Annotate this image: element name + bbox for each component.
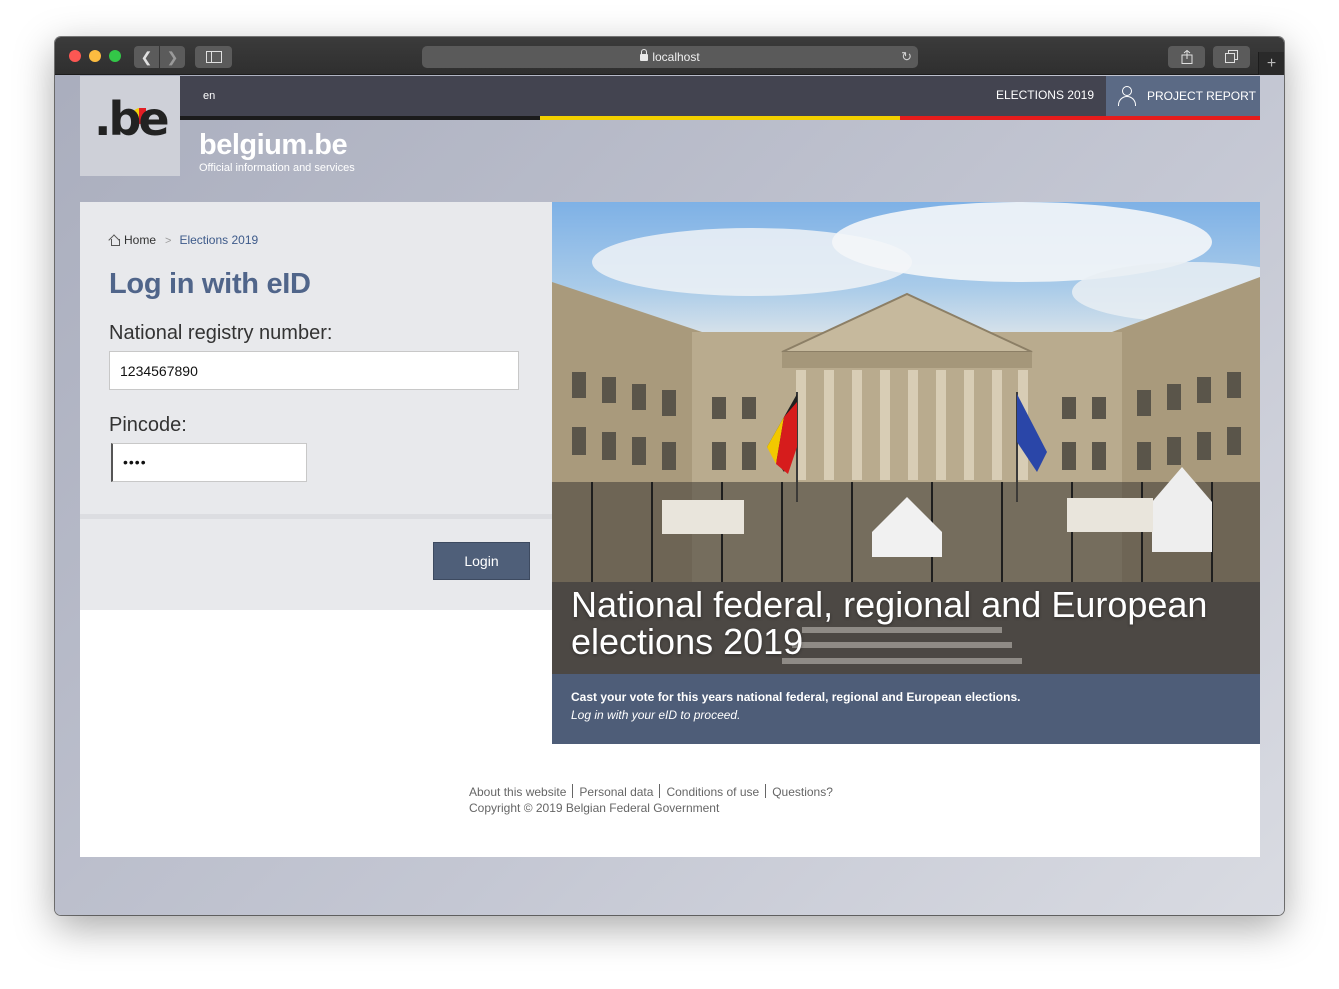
national-registry-input[interactable]: [109, 351, 519, 390]
browser-window: ❮ ❯ localhost ↻ + .be en ELECTIONS 2019 …: [55, 37, 1284, 915]
pincode-input[interactable]: ••••: [111, 443, 307, 482]
logo-text: .be: [94, 92, 170, 146]
url-text: localhost: [652, 50, 700, 64]
project-report-label: PROJECT REPORT: [1147, 89, 1256, 103]
breadcrumb-current[interactable]: Elections 2019: [179, 233, 258, 247]
address-bar[interactable]: localhost ↻: [422, 46, 918, 68]
brand-name[interactable]: belgium.be: [199, 129, 348, 162]
pincode-label: Pincode:: [109, 414, 187, 436]
footer-divider: [572, 784, 574, 798]
footer-link-about[interactable]: About this website: [469, 785, 566, 799]
breadcrumb-separator: >: [165, 235, 172, 247]
zoom-window-button[interactable]: [109, 50, 121, 62]
breadcrumb: Home > Elections 2019: [109, 233, 258, 247]
share-icon: [1181, 49, 1192, 64]
footer-link-conditions[interactable]: Conditions of use: [666, 785, 759, 799]
brand-tagline: Official information and services: [199, 162, 355, 174]
home-icon: [109, 235, 120, 246]
flag-stripe: [180, 116, 1260, 120]
top-navigation: en ELECTIONS 2019 PROJECT REPORT: [180, 76, 1260, 116]
copyright-text: Copyright © 2019 Belgian Federal Governm…: [469, 801, 720, 815]
tabs-icon: [1225, 50, 1238, 63]
caption-main-text: Cast your vote for this years national f…: [571, 690, 1021, 704]
chevron-right-icon: ❯: [166, 49, 179, 65]
user-icon: [1118, 86, 1136, 106]
footer-link-personal-data[interactable]: Personal data: [579, 785, 653, 799]
plus-icon: +: [1266, 55, 1277, 72]
page-title: Log in with eID: [109, 268, 311, 300]
nav-elections-link[interactable]: ELECTIONS 2019: [996, 88, 1094, 102]
login-panel: Home > Elections 2019 Log in with eID Nati…: [80, 202, 552, 515]
footer-divider: [659, 784, 661, 798]
hero-title: National federal, regional and European …: [571, 584, 1208, 662]
footer-links: About this website Personal data Condition…: [469, 784, 833, 799]
hero-image: National federal, regional and European …: [552, 202, 1260, 674]
language-selector[interactable]: en: [203, 90, 215, 102]
reload-icon[interactable]: ↻: [901, 46, 912, 68]
caption-sub-text: Log in with your eID to proceed.: [571, 708, 741, 722]
belgium-logo[interactable]: .be: [80, 76, 180, 176]
flag-yellow-band: [540, 116, 900, 120]
nav-project-report-link[interactable]: PROJECT REPORT: [1106, 76, 1260, 116]
close-window-button[interactable]: [69, 50, 81, 62]
website: .be en ELECTIONS 2019 PROJECT REPORT bel…: [80, 76, 1260, 857]
footer-divider: [765, 784, 767, 798]
hero-caption: Cast your vote for this years national f…: [552, 674, 1260, 744]
new-tab-button[interactable]: +: [1258, 52, 1284, 75]
chevron-left-icon: ❮: [140, 49, 153, 65]
sidebar-toggle-button[interactable]: [195, 46, 232, 68]
back-button[interactable]: ❮: [134, 46, 159, 68]
lock-icon: [640, 49, 649, 61]
forward-button[interactable]: ❯: [160, 46, 185, 68]
login-button[interactable]: Login: [433, 542, 530, 580]
login-actions: Login: [80, 514, 552, 610]
breadcrumb-home[interactable]: Home: [124, 233, 156, 247]
main-content: Home > Elections 2019 Log in with eID Nati…: [80, 202, 1260, 857]
share-button[interactable]: [1168, 46, 1205, 68]
tab-overview-button[interactable]: [1213, 46, 1250, 68]
sidebar-icon: [205, 51, 222, 63]
browser-toolbar: ❮ ❯ localhost ↻ +: [55, 37, 1284, 75]
national-registry-label: National registry number:: [109, 322, 333, 344]
flag-red-band: [900, 116, 1260, 120]
footer-link-questions[interactable]: Questions?: [772, 785, 833, 799]
minimize-window-button[interactable]: [89, 50, 101, 62]
flag-black-band: [180, 116, 540, 120]
